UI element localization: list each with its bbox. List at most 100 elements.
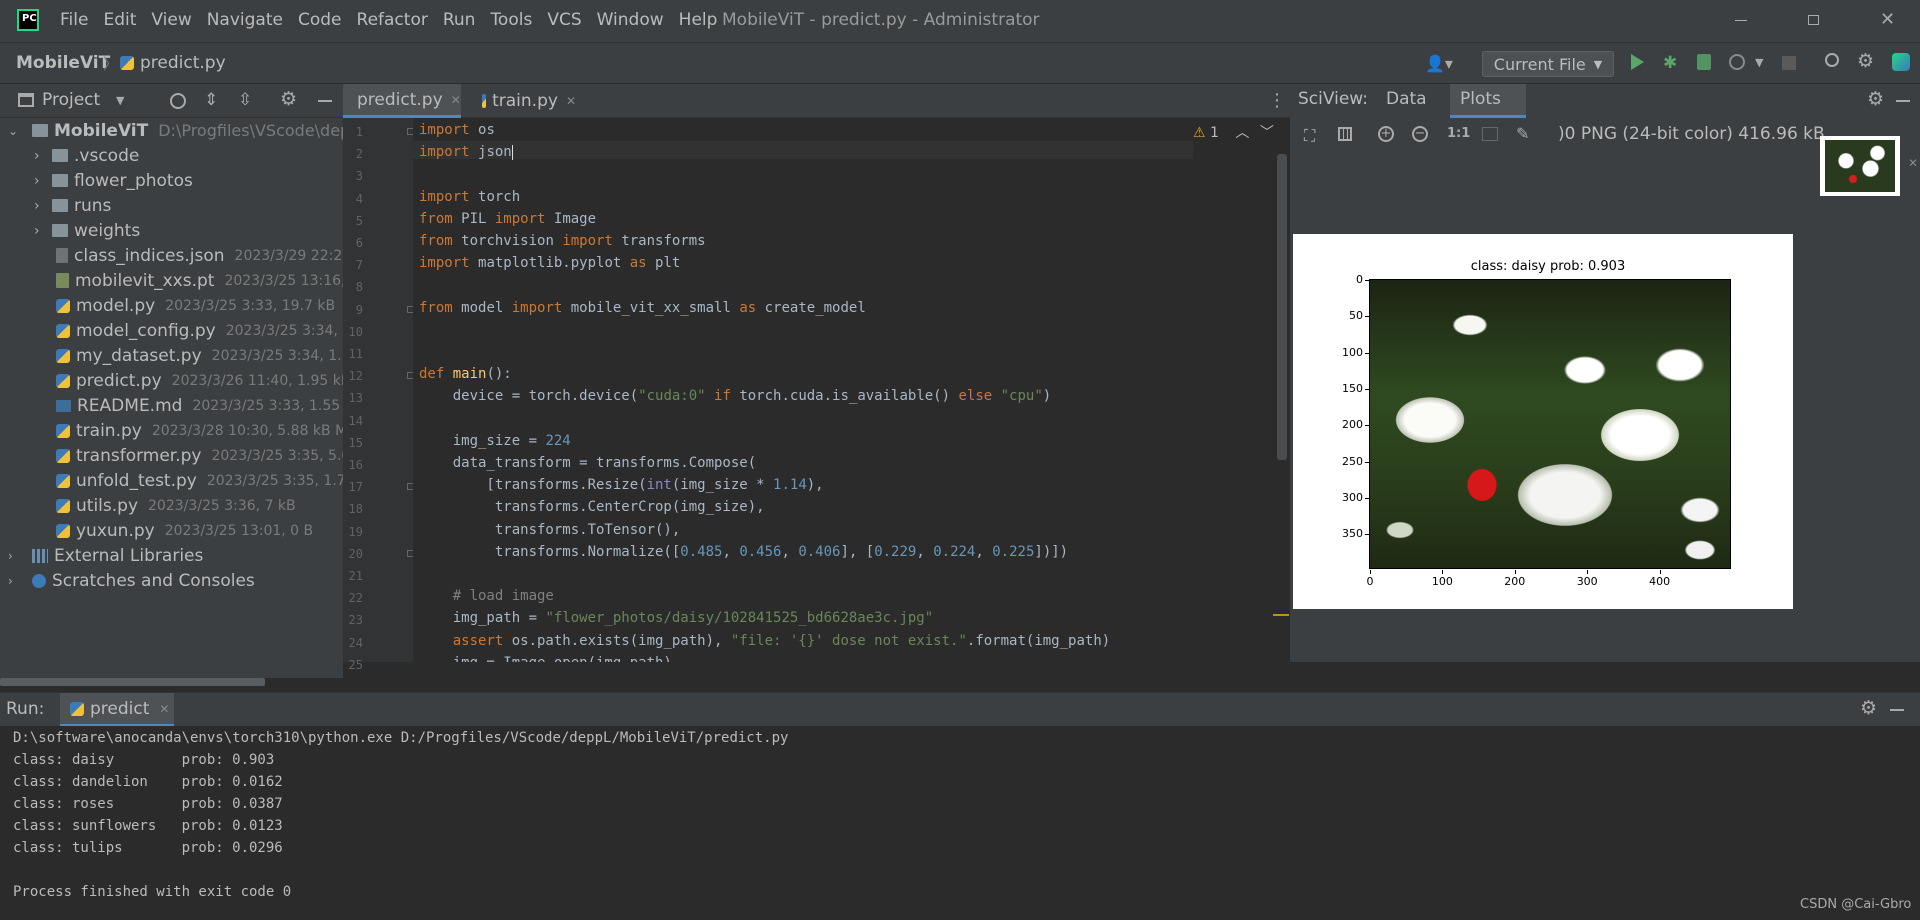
console-output[interactable]: D:\software\anocanda\envs\torch310\pytho… bbox=[0, 726, 1920, 920]
tree-item-yuxun-py[interactable]: yuxun.py 2023/3/25 13:01, 0 B bbox=[56, 518, 313, 543]
more-run-chevron-icon[interactable]: ▼ bbox=[1755, 56, 1763, 69]
menu-vcs[interactable]: VCS bbox=[547, 10, 581, 30]
menu-edit[interactable]: Edit bbox=[103, 10, 136, 30]
tree-item-mobilevit-xxs-pt[interactable]: mobilevit_xxs.pt 2023/3/25 13:16, 5.2 bbox=[56, 268, 372, 293]
close-thumbnail-icon[interactable]: ✕ bbox=[1908, 156, 1918, 170]
line-number: 22 bbox=[348, 591, 363, 606]
x-tick-mark bbox=[1370, 570, 1371, 574]
actual-size-label[interactable]: 1:1 bbox=[1447, 126, 1470, 141]
chevron-up-icon[interactable]: ︿ bbox=[1235, 125, 1249, 141]
hide-panel-icon[interactable] bbox=[1896, 100, 1910, 102]
stop-icon[interactable] bbox=[1782, 56, 1796, 70]
tab-predict[interactable]: predict.py ✕ bbox=[343, 84, 461, 118]
chevron-right-icon[interactable]: › bbox=[34, 148, 52, 164]
tab-plots[interactable]: Plots bbox=[1450, 84, 1526, 118]
close-tab-icon[interactable]: ✕ bbox=[451, 93, 461, 107]
tree-item-predict-py[interactable]: predict.py 2023/3/26 11:40, 1.95 kB 37 bbox=[56, 368, 373, 393]
chevron-down-icon[interactable]: ▼ bbox=[116, 94, 124, 107]
tree-item-flower-photos[interactable]: › flower_photos bbox=[34, 168, 193, 193]
background-icon[interactable] bbox=[1482, 127, 1498, 141]
restore-icon[interactable] bbox=[1808, 15, 1819, 25]
more-tabs-icon[interactable]: ⋮ bbox=[1268, 90, 1286, 111]
menu-file[interactable]: File bbox=[60, 10, 88, 30]
jetbrains-toolbox-icon[interactable] bbox=[1892, 53, 1910, 71]
tree-item-model-py[interactable]: model.py 2023/3/25 3:33, 19.7 kB bbox=[56, 293, 335, 318]
grid-icon[interactable] bbox=[1338, 127, 1352, 141]
warning-indicator[interactable]: ⚠ 1 ︿ ﹀ bbox=[1193, 122, 1274, 142]
run-config-select[interactable]: Current File ▼ bbox=[1482, 51, 1614, 77]
run-tab[interactable]: predict ✕ bbox=[60, 693, 174, 727]
expand-all-icon[interactable]: ⇕ bbox=[204, 90, 218, 110]
run-icon[interactable] bbox=[1631, 54, 1644, 70]
tree-item-model-config-py[interactable]: model_config.py 2023/3/25 3:34, 5.78 bbox=[56, 318, 373, 343]
vertical-scrollbar[interactable] bbox=[1277, 154, 1287, 460]
close-tab-icon[interactable]: ✕ bbox=[566, 94, 576, 108]
breadcrumb-project[interactable]: MobileViT bbox=[16, 53, 110, 73]
code-line: img_size = 224 bbox=[419, 433, 571, 449]
code-editor[interactable]: ⚠ 1 ︿ ﹀ import os import json import torch… bbox=[413, 118, 1290, 662]
minimize-icon[interactable] bbox=[1735, 20, 1747, 21]
user-icon[interactable]: 👤▾ bbox=[1425, 54, 1453, 73]
x-tick-mark bbox=[1514, 570, 1516, 574]
breadcrumb-file[interactable]: predict.py bbox=[140, 53, 226, 73]
close-icon[interactable]: ✕ bbox=[1880, 9, 1895, 30]
menu-refactor[interactable]: Refactor bbox=[357, 10, 428, 30]
tree-item-runs[interactable]: › runs bbox=[34, 193, 111, 218]
menu-code[interactable]: Code bbox=[298, 10, 342, 30]
collapse-all-icon[interactable]: ⇳ bbox=[238, 90, 252, 110]
search-icon[interactable] bbox=[1825, 53, 1839, 67]
code-line: # load image bbox=[419, 588, 554, 604]
tree-root[interactable]: ⌄ MobileViT D:\Progfiles\VScode\deppL bbox=[8, 118, 369, 143]
chevron-right-icon[interactable]: › bbox=[34, 198, 52, 214]
color-picker-icon[interactable]: ✎ bbox=[1516, 124, 1529, 143]
menu-navigate[interactable]: Navigate bbox=[207, 10, 283, 30]
code-token: 0.406 bbox=[798, 543, 841, 560]
locate-file-icon[interactable] bbox=[170, 93, 186, 109]
tree-item-class-indices-json[interactable]: class_indices.json 2023/3/29 22:25, 1( bbox=[56, 243, 374, 268]
chevron-right-icon[interactable]: › bbox=[34, 173, 52, 189]
chevron-down-icon[interactable]: ﹀ bbox=[1260, 125, 1274, 141]
root-path: D:\Progfiles\VScode\deppL bbox=[158, 121, 370, 140]
py-file-icon bbox=[56, 298, 70, 313]
tree-item-readme-md[interactable]: README.md 2023/3/25 3:33, 1.55 kB bbox=[56, 393, 362, 418]
project-panel-title[interactable]: Project bbox=[42, 90, 100, 110]
zoom-in-icon[interactable]: + bbox=[1378, 126, 1394, 142]
coverage-icon[interactable] bbox=[1697, 54, 1711, 70]
code-token: from bbox=[419, 210, 462, 227]
menu-view[interactable]: View bbox=[151, 10, 191, 30]
tree-item-train-py[interactable]: train.py 2023/3/28 10:30, 5.88 kB Mom bbox=[56, 418, 369, 443]
menu-tools[interactable]: Tools bbox=[490, 10, 532, 30]
tree-item-unfold-test-py[interactable]: unfold_test.py 2023/3/25 3:35, 1.75 kl bbox=[56, 468, 371, 493]
line-number: 23 bbox=[348, 613, 363, 628]
tab-data[interactable]: Data bbox=[1386, 89, 1427, 109]
hide-panel-icon[interactable] bbox=[318, 100, 332, 102]
tab-train[interactable]: train.py ✕ bbox=[474, 84, 584, 118]
tree-item-my-dataset-py[interactable]: my_dataset.py 2023/3/25 3:34, 1.17 k bbox=[56, 343, 372, 368]
folder-icon bbox=[52, 224, 68, 237]
tree-item-utils-py[interactable]: utils.py 2023/3/25 3:36, 7 kB bbox=[56, 493, 296, 518]
tree-scratches[interactable]: › Scratches and Consoles bbox=[8, 568, 255, 593]
hide-panel-icon[interactable] bbox=[1890, 709, 1904, 711]
tree-external-libraries[interactable]: › External Libraries bbox=[8, 543, 203, 568]
menu-window[interactable]: Window bbox=[597, 10, 664, 30]
horizontal-scrollbar[interactable] bbox=[0, 678, 265, 686]
settings-gear-icon[interactable]: ⚙ bbox=[280, 88, 297, 110]
code-token: , bbox=[975, 543, 993, 560]
tree-item-vscode[interactable]: › .vscode bbox=[34, 143, 139, 168]
debug-icon[interactable]: ✱ bbox=[1663, 53, 1677, 73]
close-tab-icon[interactable]: ✕ bbox=[159, 702, 169, 716]
y-tick-mark bbox=[1365, 352, 1369, 354]
chevron-right-icon[interactable]: › bbox=[34, 223, 52, 239]
settings-gear-icon[interactable]: ⚙ bbox=[1857, 50, 1874, 72]
settings-gear-icon[interactable]: ⚙ bbox=[1867, 88, 1884, 110]
settings-gear-icon[interactable]: ⚙ bbox=[1860, 697, 1877, 719]
menu-run[interactable]: Run bbox=[443, 10, 476, 30]
plot-thumbnail[interactable] bbox=[1820, 136, 1900, 196]
zoom-out-icon[interactable]: − bbox=[1412, 126, 1428, 142]
tree-item-transformer-py[interactable]: transformer.py 2023/3/25 3:35, 5.01 k bbox=[56, 443, 372, 468]
menu-help[interactable]: Help bbox=[679, 10, 718, 30]
fit-screen-icon[interactable]: ⛶ bbox=[1304, 126, 1315, 146]
profile-icon[interactable] bbox=[1729, 54, 1745, 70]
tree-item-weights[interactable]: › weights bbox=[34, 218, 140, 243]
code-token: 0.229 bbox=[874, 543, 917, 560]
